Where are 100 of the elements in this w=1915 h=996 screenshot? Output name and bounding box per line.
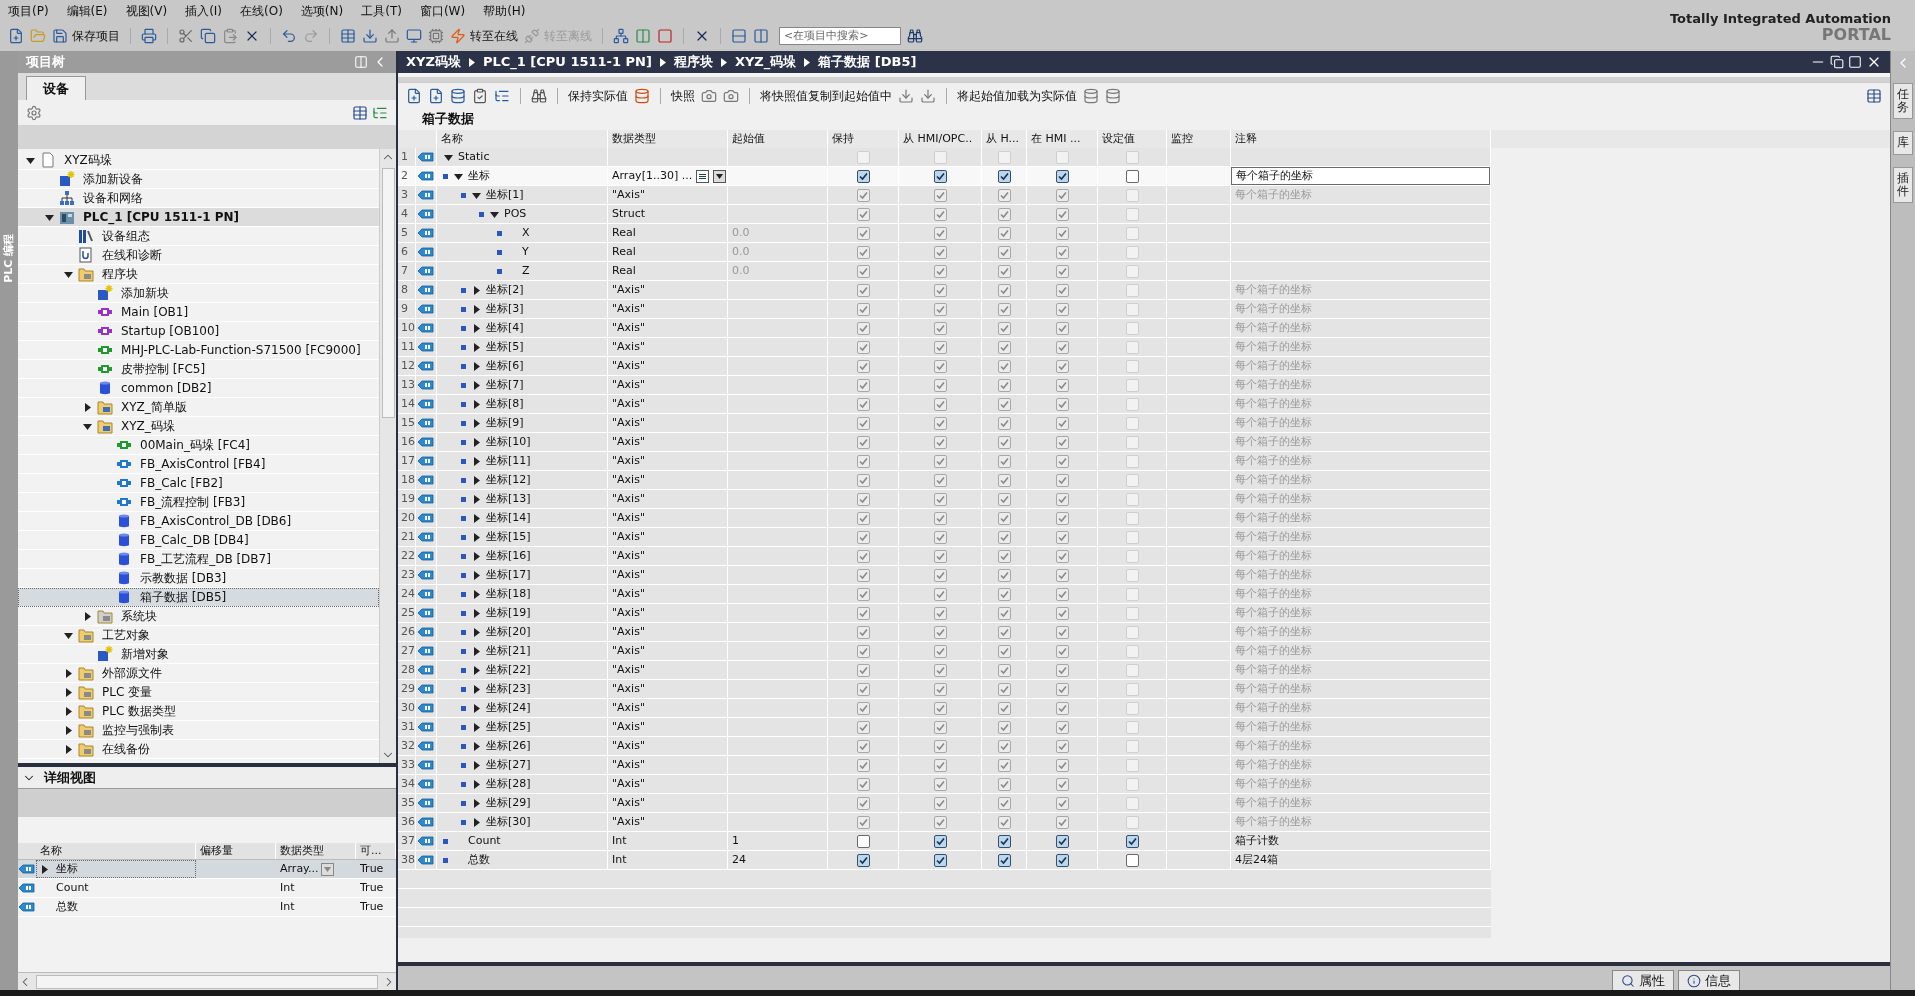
- toolbar-label[interactable]: 将起始值加载为实际值: [957, 86, 1077, 105]
- save-project-button[interactable]: 保存项目: [52, 26, 120, 45]
- tree-item[interactable]: 皮带控制 [FC5]: [18, 360, 379, 379]
- table-row[interactable]: 28 坐标[22] "Axis" 每个箱子的坐标: [398, 661, 1491, 680]
- search-field[interactable]: <在项目中搜索>: [779, 26, 901, 45]
- table-row[interactable]: 16 坐标[10] "Axis" 每个箱子的坐标: [398, 433, 1491, 452]
- tree-item[interactable]: XYZ_码垛: [18, 417, 379, 436]
- table-row[interactable]: 17 坐标[11] "Axis" 每个箱子的坐标: [398, 452, 1491, 471]
- tree-item[interactable]: Startup [OB100]: [18, 322, 379, 341]
- menu-item[interactable]: 编辑(E): [66, 2, 108, 20]
- table-row[interactable]: 22 坐标[16] "Axis" 每个箱子的坐标: [398, 547, 1491, 566]
- table-row[interactable]: 32 坐标[26] "Axis" 每个箱子的坐标: [398, 737, 1491, 756]
- table-row[interactable]: 总数 Int True: [18, 898, 396, 917]
- column-header[interactable]: 偏移量: [196, 843, 276, 859]
- menu-item[interactable]: 窗口(W): [419, 2, 466, 20]
- toolbar-label[interactable]: 快照: [671, 86, 695, 105]
- table-row[interactable]: 23 坐标[17] "Axis" 每个箱子的坐标: [398, 566, 1491, 585]
- table-row[interactable]: 3 坐标[1] "Axis" 每个箱子的坐标: [398, 186, 1491, 205]
- table-row[interactable]: 6 Y Real 0.0: [398, 243, 1491, 262]
- tree-item[interactable]: 系统块: [18, 607, 379, 626]
- table-row[interactable]: 12 坐标[6] "Axis" 每个箱子的坐标: [398, 357, 1491, 376]
- table-row[interactable]: 5 X Real 0.0: [398, 224, 1491, 243]
- table-row[interactable]: 27 坐标[21] "Axis" 每个箱子的坐标: [398, 642, 1491, 661]
- table-row[interactable]: 37 Count Int 1 箱子计数: [398, 832, 1491, 851]
- tree-item[interactable]: 添加新设备: [18, 170, 379, 189]
- table-row[interactable]: 24 坐标[18] "Axis" 每个箱子的坐标: [398, 585, 1491, 604]
- table-row[interactable]: 10 坐标[4] "Axis" 每个箱子的坐标: [398, 319, 1491, 338]
- status-tab[interactable]: 信息: [1678, 970, 1740, 990]
- vertical-tab[interactable]: 插件: [1893, 166, 1913, 203]
- column-header[interactable]: 数据类型: [276, 843, 356, 859]
- tree-item[interactable]: FB_Calc_DB [DB4]: [18, 531, 379, 550]
- tree-item[interactable]: 程序块: [18, 265, 379, 284]
- tree-item[interactable]: PLC 变量: [18, 683, 379, 702]
- menu-item[interactable]: 项目(P): [8, 2, 49, 20]
- table-row[interactable]: 20 坐标[14] "Axis" 每个箱子的坐标: [398, 509, 1491, 528]
- table-row[interactable]: 15 坐标[9] "Axis" 每个箱子的坐标: [398, 414, 1491, 433]
- table-row[interactable]: 21 坐标[15] "Axis" 每个箱子的坐标: [398, 528, 1491, 547]
- table-row[interactable]: 29 坐标[23] "Axis" 每个箱子的坐标: [398, 680, 1491, 699]
- table-row[interactable]: 7 Z Real 0.0: [398, 262, 1491, 281]
- table-row[interactable]: 26 坐标[20] "Axis" 每个箱子的坐标: [398, 623, 1491, 642]
- status-tab[interactable]: 属性: [1612, 970, 1674, 990]
- tree-item[interactable]: PLC_1 [CPU 1511-1 PN]: [18, 208, 379, 227]
- vertical-tab[interactable]: 库: [1893, 131, 1913, 155]
- table-row[interactable]: 坐标 Array... True: [18, 860, 396, 879]
- tree-item[interactable]: 在线备份: [18, 740, 379, 759]
- table-row[interactable]: 25 坐标[19] "Axis" 每个箱子的坐标: [398, 604, 1491, 623]
- table-row[interactable]: 11 坐标[5] "Axis" 每个箱子的坐标: [398, 338, 1491, 357]
- menu-item[interactable]: 选项(N): [300, 2, 344, 20]
- breadcrumb-item[interactable]: 程序块: [673, 52, 713, 72]
- tree-item[interactable]: Main [OB1]: [18, 303, 379, 322]
- go-online-button[interactable]: 转至在线: [450, 26, 518, 45]
- table-row[interactable]: 36 坐标[30] "Axis" 每个箱子的坐标: [398, 813, 1491, 832]
- column-header[interactable]: 可...: [356, 843, 396, 859]
- table-row[interactable]: 30 坐标[24] "Axis" 每个箱子的坐标: [398, 699, 1491, 718]
- breadcrumb-item[interactable]: 箱子数据 [DB5]: [818, 52, 917, 72]
- tree-item[interactable]: FB_AxisControl [FB4]: [18, 455, 379, 474]
- tree-item[interactable]: 00Main_码垛 [FC4]: [18, 436, 379, 455]
- tree-item[interactable]: 新增对象: [18, 645, 379, 664]
- tree-item[interactable]: FB_Calc [FB2]: [18, 474, 379, 493]
- menu-item[interactable]: 工具(T): [361, 2, 402, 20]
- tree-item[interactable]: FB_AxisControl_DB [DB6]: [18, 512, 379, 531]
- tree-item[interactable]: FB_工艺流程_DB [DB7]: [18, 550, 379, 569]
- table-row[interactable]: Count Int True: [18, 879, 396, 898]
- tree-item[interactable]: XYZ_简单版: [18, 398, 379, 417]
- tree-item[interactable]: 设备组态: [18, 227, 379, 246]
- toolbar-label[interactable]: 将快照值复制到起始值中: [760, 86, 892, 105]
- vertical-tab[interactable]: 任务: [1893, 83, 1913, 120]
- tree-item[interactable]: XYZ码垛: [18, 151, 379, 170]
- toolbar-label[interactable]: 保持实际值: [568, 86, 628, 105]
- table-row[interactable]: 2 坐标 Array[1..30] ... 每个箱子的坐标: [398, 167, 1491, 186]
- tree-item[interactable]: 添加新块: [18, 284, 379, 303]
- tree-item[interactable]: 箱子数据 [DB5]: [18, 588, 379, 607]
- breadcrumb-item[interactable]: PLC_1 [CPU 1511-1 PN]: [482, 52, 652, 72]
- tree-item[interactable]: PLC 数据类型: [18, 702, 379, 721]
- breadcrumb-item[interactable]: XYZ码垛: [406, 52, 461, 72]
- table-row[interactable]: 35 坐标[29] "Axis" 每个箱子的坐标: [398, 794, 1491, 813]
- table-row[interactable]: 4 POS Struct: [398, 205, 1491, 224]
- table-row[interactable]: 8 坐标[2] "Axis" 每个箱子的坐标: [398, 281, 1491, 300]
- menu-item[interactable]: 帮助(H): [483, 2, 526, 20]
- tree-item[interactable]: 在线和诊断: [18, 246, 379, 265]
- table-row[interactable]: 18 坐标[12] "Axis" 每个箱子的坐标: [398, 471, 1491, 490]
- table-row[interactable]: 19 坐标[13] "Axis" 每个箱子的坐标: [398, 490, 1491, 509]
- tree-item[interactable]: 工艺对象: [18, 626, 379, 645]
- table-row[interactable]: 14 坐标[8] "Axis" 每个箱子的坐标: [398, 395, 1491, 414]
- tree-item[interactable]: FB_流程控制 [FB3]: [18, 493, 379, 512]
- menu-item[interactable]: 在线(O): [240, 2, 283, 20]
- comment-field[interactable]: 每个箱子的坐标: [1231, 167, 1490, 185]
- tree-item[interactable]: 外部源文件: [18, 664, 379, 683]
- column-header[interactable]: 名称: [36, 843, 196, 859]
- menu-item[interactable]: 插入(I): [185, 2, 223, 20]
- table-row[interactable]: 31 坐标[25] "Axis" 每个箱子的坐标: [398, 718, 1491, 737]
- breadcrumb-item[interactable]: XYZ_码垛: [734, 52, 797, 72]
- tree-item[interactable]: 监控与强制表: [18, 721, 379, 740]
- table-row[interactable]: 1 Static: [398, 148, 1491, 167]
- table-row[interactable]: 13 坐标[7] "Axis" 每个箱子的坐标: [398, 376, 1491, 395]
- tree-item[interactable]: MHJ-PLC-Lab-Function-S71500 [FC9000]: [18, 341, 379, 360]
- devices-tab[interactable]: 设备: [26, 76, 86, 100]
- tree-item[interactable]: common [DB2]: [18, 379, 379, 398]
- table-row[interactable]: 38 总数 Int 24 4层24箱: [398, 851, 1491, 870]
- menu-item[interactable]: 视图(V): [125, 2, 168, 20]
